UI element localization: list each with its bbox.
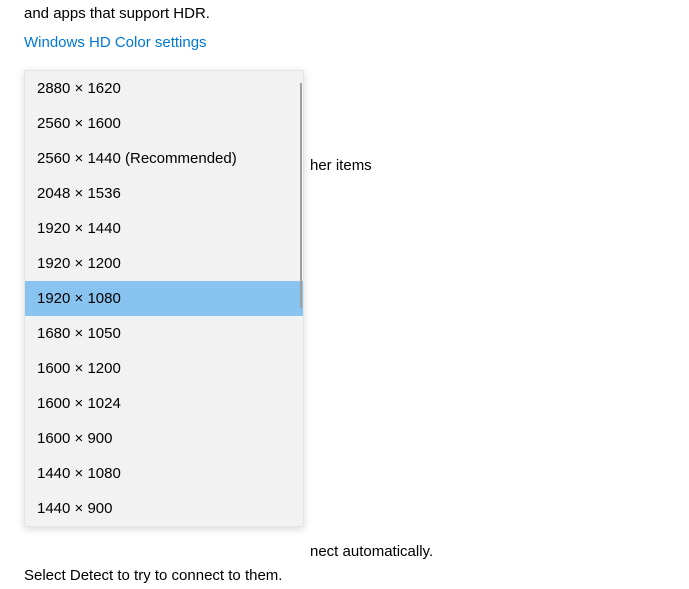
resolution-option[interactable]: 2560 × 1440 (Recommended) xyxy=(25,141,303,176)
resolution-option[interactable]: 1680 × 1050 xyxy=(25,316,303,351)
resolution-option[interactable]: 1600 × 900 xyxy=(25,421,303,456)
hdr-description: and apps that support HDR. xyxy=(24,4,689,24)
scale-label-partial: her items xyxy=(310,157,372,174)
dropdown-scrollbar[interactable] xyxy=(300,83,302,308)
resolution-option[interactable]: 1440 × 1080 xyxy=(25,456,303,491)
resolution-option[interactable]: 2048 × 1536 xyxy=(25,176,303,211)
resolution-option[interactable]: 1440 × 900 xyxy=(25,491,303,526)
resolution-option[interactable]: 2880 × 1620 xyxy=(25,71,303,106)
resolution-dropdown-list[interactable]: 2880 × 1620 2560 × 1600 2560 × 1440 (Rec… xyxy=(24,70,304,527)
detect-text-partial: nect automatically. xyxy=(310,543,433,560)
resolution-option[interactable]: 1920 × 1200 xyxy=(25,246,303,281)
resolution-option[interactable]: 1600 × 1024 xyxy=(25,386,303,421)
resolution-option[interactable]: 1600 × 1200 xyxy=(25,351,303,386)
hd-color-settings-link[interactable]: Windows HD Color settings xyxy=(24,34,207,51)
resolution-option-selected[interactable]: 1920 × 1080 xyxy=(25,281,303,316)
resolution-option[interactable]: 1920 × 1440 xyxy=(25,211,303,246)
detect-text-line2: Select Detect to try to connect to them. xyxy=(24,565,282,587)
resolution-option[interactable]: 2560 × 1600 xyxy=(25,106,303,141)
